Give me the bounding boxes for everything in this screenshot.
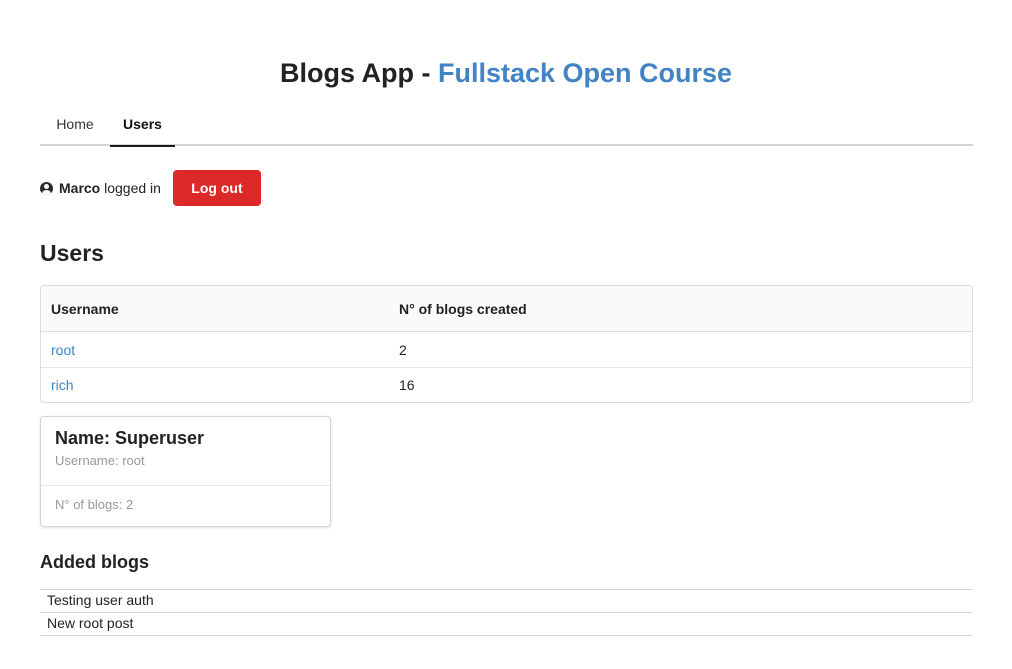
page: Blogs App - Fullstack Open Course Home U…	[0, 0, 1012, 669]
menu-item-home[interactable]: Home	[40, 105, 110, 146]
user-card-content: Name: Superuser Username: root	[41, 417, 330, 486]
column-header-username: Username	[41, 286, 389, 332]
login-status: Marco logged in Log out	[40, 170, 261, 206]
username-cell: rich	[41, 367, 389, 402]
logout-button[interactable]: Log out	[172, 170, 261, 206]
app-title-accent: Fullstack Open Course	[437, 58, 733, 88]
app-title: Blogs App - Fullstack Open Course	[0, 54, 1012, 92]
logged-user-name: Marco	[59, 180, 101, 196]
added-blogs-list: Testing user auth New root post	[40, 589, 973, 636]
column-header-blogs: N° of blogs created	[389, 286, 972, 332]
username-cell: root	[41, 332, 389, 367]
table-row: root 2	[41, 332, 972, 367]
user-link-root[interactable]: root	[51, 342, 75, 358]
list-item: Testing user auth	[40, 590, 973, 613]
user-circle-icon	[40, 181, 53, 195]
blog-count-cell: 2	[399, 341, 407, 358]
nav-menu: Home Users	[40, 105, 973, 147]
added-blogs-heading: Added blogs	[40, 552, 149, 572]
user-card-name: Name: Superuser	[55, 428, 205, 448]
blog-count-cell: 16	[389, 367, 972, 402]
table-header-row: Username N° of blogs created	[41, 286, 972, 332]
login-text: Marco logged in	[59, 180, 161, 196]
user-card-username: Username: root	[55, 453, 145, 468]
menu-item-users[interactable]: Users	[110, 105, 175, 147]
user-card: Name: Superuser Username: root N° of blo…	[40, 416, 331, 527]
user-link-rich[interactable]: rich	[51, 377, 74, 393]
user-card-blog-count: N° of blogs: 2	[55, 497, 134, 512]
users-table: Username N° of blogs created root 2 rich…	[40, 285, 973, 403]
app-title-prefix: Blogs App -	[279, 58, 438, 88]
table-row: rich 16	[41, 367, 972, 402]
logged-in-label: logged in	[100, 180, 161, 196]
users-heading: Users	[40, 240, 104, 266]
list-item: New root post	[40, 613, 973, 636]
